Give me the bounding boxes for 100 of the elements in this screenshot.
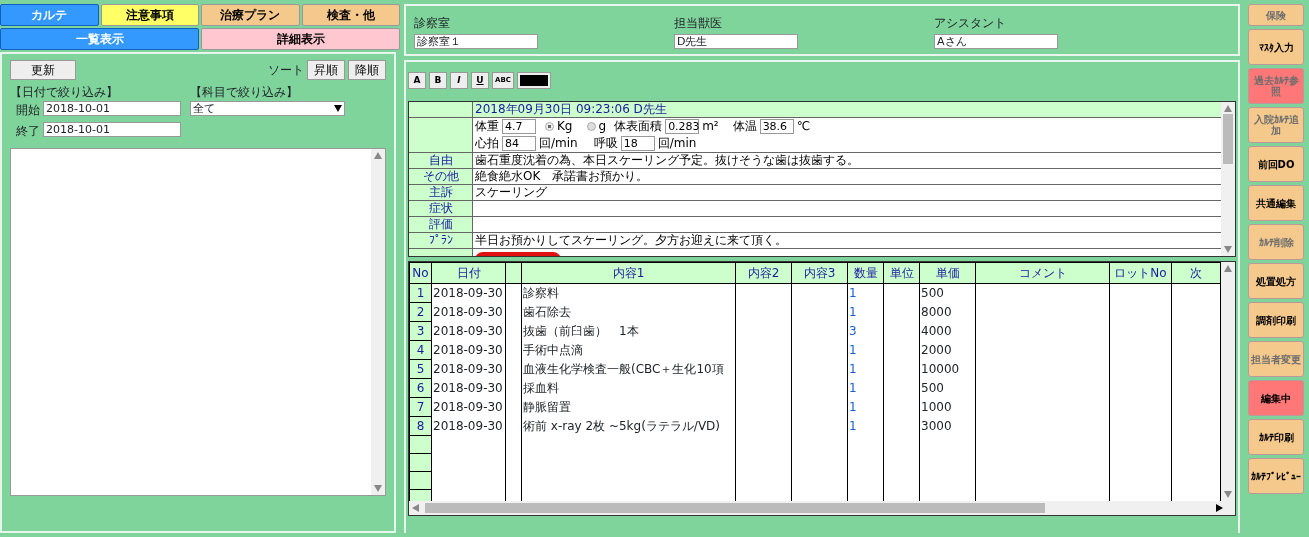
table-cell: 1 (849, 419, 857, 433)
sort-button[interactable]: 昇順 (307, 60, 345, 80)
text-field[interactable]: Aさん (934, 34, 1058, 49)
scrollbar[interactable] (1221, 102, 1235, 256)
table-cell: 血液生化学検査一般(CBC＋生化10項 (523, 362, 724, 376)
table-cell: 2018-09-30 (433, 419, 503, 433)
table-cell: 500 (921, 381, 944, 395)
scroll-left-icon[interactable] (412, 504, 419, 512)
scroll-up-icon[interactable] (1224, 105, 1232, 112)
tab[interactable]: 注意事項 (100, 4, 199, 26)
row-number: 7 (416, 400, 425, 414)
temperature-field[interactable]: 38.6 (759, 119, 794, 134)
unit-label: g (598, 119, 607, 134)
note-text[interactable]: 歯石重度沈着の為、本日スケーリング予定。抜けそうな歯は抜歯する。 (475, 153, 859, 167)
note-text[interactable]: 半日お預かりしてスケーリング。夕方お迎えに来て頂く。 (475, 233, 787, 247)
scrollbar[interactable] (371, 149, 385, 495)
note-text[interactable]: 絶食絶水OK 承諾書お預かり。 (475, 169, 649, 183)
table-cell: 1 (849, 343, 857, 357)
scrollbar[interactable] (1221, 262, 1235, 501)
text-field[interactable]: 診察室１ (414, 34, 538, 49)
record-timestamp: 2018年09月30日 09:23:06 D先生 (474, 102, 668, 117)
column-header: 内容1 (612, 266, 645, 280)
table-cell: 2018-09-30 (433, 362, 503, 376)
respiration-field[interactable]: 18 (620, 136, 655, 151)
table-cell: 1000 (921, 400, 952, 414)
start-date-field[interactable]: 2018-10-01 (43, 101, 181, 116)
horizontal-scrollbar[interactable] (409, 501, 1235, 515)
format-button[interactable]: B (429, 72, 447, 89)
row-number: 2 (416, 305, 425, 319)
column-header: 数量 (853, 266, 878, 280)
row-number: 8 (416, 419, 425, 433)
table-cell: 1 (849, 305, 857, 319)
end-date-field[interactable]: 2018-10-01 (43, 122, 181, 137)
scroll-thumb[interactable] (1223, 114, 1233, 164)
weight-field[interactable]: 4.7 (502, 119, 536, 134)
table-cell: 2018-09-30 (433, 305, 503, 319)
table-cell: 1 (849, 286, 857, 301)
note-text[interactable]: スケーリング (475, 185, 547, 199)
table-cell: 500 (921, 286, 944, 301)
radio-button[interactable] (545, 122, 554, 131)
tab[interactable]: 検査・他 (301, 4, 400, 26)
scroll-down-icon[interactable] (374, 485, 382, 492)
format-button[interactable]: A (408, 72, 426, 89)
radio-button[interactable] (586, 122, 596, 131)
field-label: アシスタント (934, 15, 1007, 32)
side-button[interactable]: 共通編集 (1248, 185, 1304, 221)
table-cell: 診察料 (523, 286, 559, 301)
row-label: ﾌﾟﾗﾝ (409, 233, 473, 248)
body-surface-field[interactable]: 0.283 (665, 119, 700, 134)
table-cell: 2018-09-30 (433, 381, 503, 395)
text-field[interactable]: D先生 (674, 34, 798, 49)
scroll-up-icon[interactable] (1224, 265, 1232, 272)
side-button[interactable]: 処置処方 (1248, 263, 1304, 299)
column-header: 日付 (456, 266, 481, 280)
side-button[interactable]: ﾏｽﾀ入力 (1248, 29, 1304, 65)
tab[interactable]: 治療プラン (201, 4, 300, 26)
sort-label: ソート (268, 62, 304, 79)
column-header: No (412, 266, 429, 280)
side-button[interactable]: 編集中 (1248, 380, 1304, 416)
row-label: 症状 (409, 201, 473, 216)
table-cell: 1 (849, 400, 857, 414)
side-button[interactable]: ｶﾙﾃﾌﾟﾚﾋﾞｭｰ (1248, 458, 1304, 494)
unit-label: m² (702, 119, 719, 134)
side-button[interactable]: 前回DO (1248, 146, 1304, 182)
unit-label: 回/min (657, 136, 697, 151)
row-number: 6 (416, 381, 425, 395)
table-cell: 4000 (921, 324, 952, 338)
table-cell: 静脈留置 (523, 400, 571, 414)
column-header: 単価 (935, 266, 960, 280)
table-cell: 術前 x-ray 2枚 ~5kg(ラテラル/VD) (523, 419, 720, 433)
table-cell: 2018-09-30 (433, 343, 503, 357)
row-number: 5 (416, 362, 425, 376)
column-header: 次 (1190, 266, 1202, 280)
subject-dropdown[interactable]: 全て (190, 101, 345, 116)
table-cell: 8000 (921, 305, 952, 319)
scroll-down-icon[interactable] (1224, 246, 1232, 253)
scroll-up-icon[interactable] (374, 152, 382, 159)
tab[interactable]: 詳細表示 (201, 28, 400, 50)
table-cell: 1 (849, 381, 857, 395)
column-header: ロットNo (1114, 266, 1167, 280)
row-number: 3 (416, 324, 425, 338)
scroll-down-icon[interactable] (1224, 491, 1232, 498)
heart-rate-field[interactable]: 84 (502, 136, 536, 151)
sort-button[interactable]: 降順 (348, 60, 386, 80)
color-picker[interactable] (517, 72, 551, 89)
format-button[interactable]: I (450, 72, 468, 89)
side-button[interactable]: 調剤印刷 (1248, 302, 1304, 338)
table-cell: 2018-09-30 (433, 324, 503, 338)
unit-label: ℃ (796, 119, 811, 134)
refresh-button[interactable]: 更新 (10, 60, 76, 80)
table-cell: 2018-09-30 (433, 286, 503, 301)
side-button[interactable]: ｶﾙﾃ印刷 (1248, 419, 1304, 455)
table-cell: 2000 (921, 343, 952, 357)
field-label: 体表面積 (614, 119, 663, 134)
table-cell: 10000 (921, 362, 960, 376)
field-label: 診察室 (414, 15, 451, 32)
format-button[interactable]: U (471, 72, 489, 89)
scroll-right-icon[interactable] (1216, 504, 1223, 512)
table-cell: 採血料 (523, 381, 559, 395)
end-label: 終了 (16, 123, 40, 140)
